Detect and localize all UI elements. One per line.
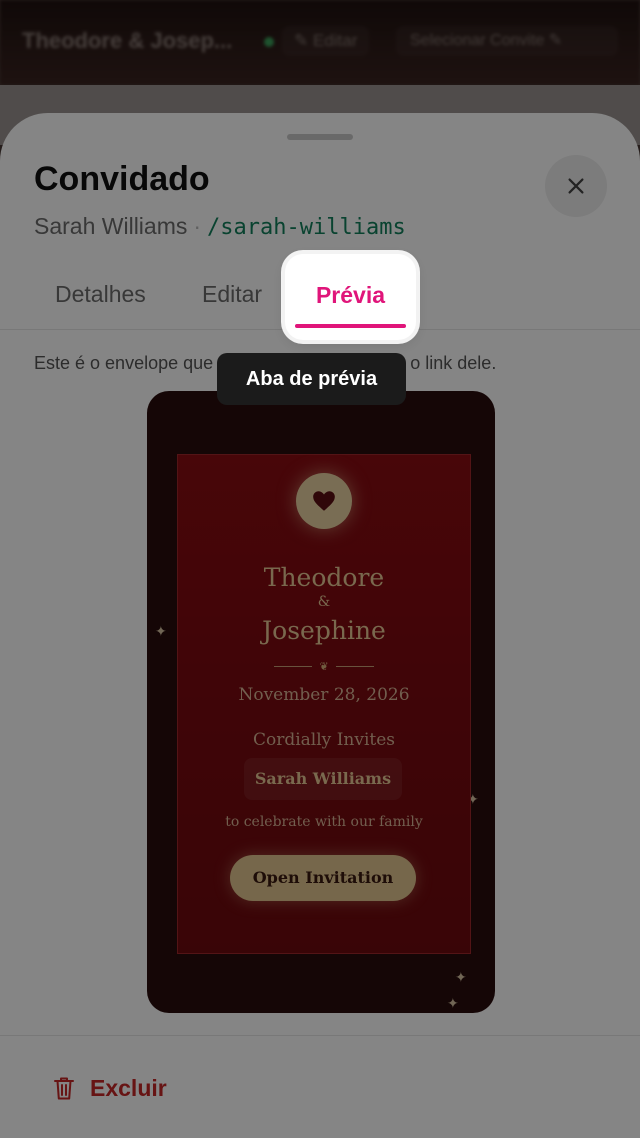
- sparkle-icon: ✦: [447, 995, 459, 1011]
- celebrate-text: to celebrate with our family: [225, 814, 423, 830]
- ornament-icon: ❦: [319, 661, 329, 673]
- trash-icon: [54, 1077, 74, 1100]
- guest-name-pill: Sarah Williams: [244, 758, 402, 800]
- envelope-preview: ✦ ✦ ✦ ✦ Theodore & Josephine ❦ November …: [147, 391, 495, 1013]
- partner-name-2: Josephine: [262, 616, 386, 645]
- partner-name-1: Theodore: [263, 563, 385, 592]
- background-select-invite: Selecionar Convite ✎: [396, 26, 618, 56]
- background-app-header: Theodore & Josep... ✎ Editar Selecionar …: [0, 0, 640, 85]
- heart-badge: [296, 473, 352, 529]
- sparkle-icon: ✦: [455, 969, 467, 985]
- sparkle-icon: ✦: [155, 623, 167, 639]
- ornament-divider: ❦: [274, 660, 374, 673]
- open-invitation-button[interactable]: Open Invitation: [230, 855, 416, 901]
- status-dot: [264, 37, 274, 47]
- background-title: Theodore & Josep...: [22, 28, 233, 53]
- background-edit-button: ✎ Editar: [282, 26, 370, 56]
- delete-button[interactable]: Excluir: [52, 1071, 167, 1105]
- highlight-layer: Prévia: [0, 113, 640, 373]
- heart-icon: [313, 491, 335, 511]
- tab-preview[interactable]: Prévia: [285, 254, 416, 340]
- active-tab-indicator: [295, 324, 406, 328]
- tab-preview-label: Prévia: [315, 282, 386, 308]
- ampersand: &: [317, 594, 331, 610]
- invites-text: Cordially Invites: [252, 730, 396, 750]
- footer-divider: [0, 1035, 640, 1036]
- delete-label: Excluir: [90, 1074, 167, 1101]
- tooltip: Aba de prévia: [217, 353, 406, 405]
- event-date: November 28, 2026: [238, 685, 410, 705]
- invitation-card: Theodore & Josephine ❦ November 28, 2026…: [177, 454, 471, 954]
